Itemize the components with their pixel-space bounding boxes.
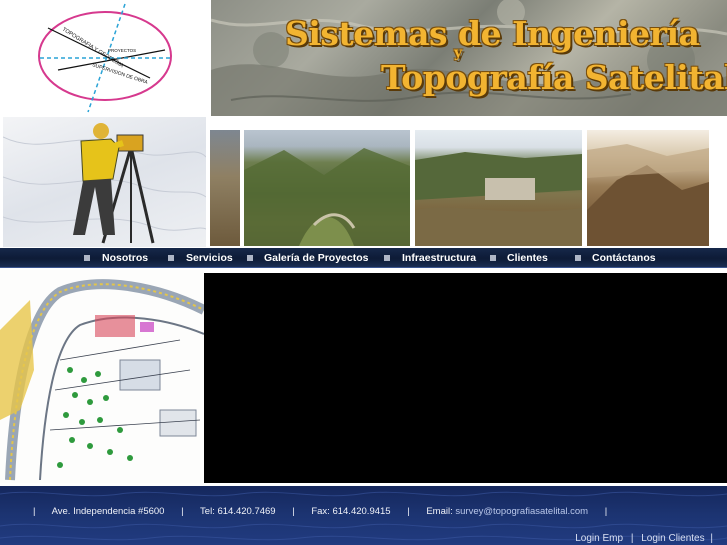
nav-bullet-icon <box>247 255 253 261</box>
footer-fax: Fax: 614.420.9415 <box>311 506 391 517</box>
media-player-area[interactable] <box>204 273 727 483</box>
nav-bullet-icon <box>490 255 496 261</box>
nav-bullet-icon <box>384 255 390 261</box>
site-plan-image <box>0 270 204 483</box>
footer-tel: Tel: 614.420.7469 <box>200 506 276 517</box>
contact-separator: | <box>407 506 410 517</box>
contact-info: | Ave. Independencia #5600 | Tel: 614.42… <box>33 506 607 517</box>
footer-email-label: Email: <box>426 506 453 517</box>
page: TOPOGRAFIA Y GEODESIA PROYECTOS SUPERVIS… <box>0 0 727 545</box>
login-separator: | <box>710 533 713 544</box>
logo-label-mid: PROYECTOS <box>108 48 136 53</box>
header-banner: Sistemas de Ingeniería y Topografía Sate… <box>211 0 727 116</box>
contact-separator: | <box>33 506 36 517</box>
nav-bullet-icon <box>575 255 581 261</box>
contact-separator: | <box>292 506 295 517</box>
project-photo-2[interactable] <box>244 130 410 246</box>
banner-title-line2: Topografía Satelital <box>381 58 727 97</box>
nav-bullet-icon <box>84 255 90 261</box>
nav-item-galeria[interactable]: Galería de Proyectos <box>264 252 368 264</box>
login-separator: | <box>630 533 634 544</box>
photo-strip <box>0 116 727 248</box>
main-nav: Nosotros Servicios Galería de Proyectos … <box>0 248 727 268</box>
project-photo-1[interactable] <box>210 130 240 246</box>
contact-separator: | <box>604 506 608 517</box>
login-clientes-link[interactable]: Login Clientes <box>641 533 704 544</box>
contact-separator: | <box>181 506 184 517</box>
nav-item-contactanos[interactable]: Contáctanos <box>592 252 656 264</box>
project-photo-3[interactable] <box>415 130 582 246</box>
logo-sphere-icon: TOPOGRAFIA Y GEODESIA PROYECTOS SUPERVIS… <box>38 3 172 113</box>
surveyor-photo <box>3 117 206 247</box>
nav-bullet-icon <box>168 255 174 261</box>
nav-item-nosotros[interactable]: Nosotros <box>102 252 148 264</box>
login-emp-link[interactable]: Login Emp <box>575 533 623 544</box>
footer: | Ave. Independencia #5600 | Tel: 614.42… <box>0 486 727 545</box>
nav-item-servicios[interactable]: Servicios <box>186 252 233 264</box>
login-links: Login Emp | Login Clientes | <box>575 533 713 544</box>
nav-item-clientes[interactable]: Clientes <box>507 252 548 264</box>
project-photo-4[interactable] <box>587 130 709 246</box>
company-logo[interactable]: TOPOGRAFIA Y GEODESIA PROYECTOS SUPERVIS… <box>0 0 211 116</box>
nav-item-infraestructura[interactable]: Infraestructura <box>402 252 476 264</box>
banner-title-line1: Sistemas de Ingeniería <box>285 14 700 53</box>
footer-address: Ave. Independencia #5600 <box>51 506 165 517</box>
footer-email-link[interactable]: survey@topografiasatelital.com <box>455 506 588 517</box>
